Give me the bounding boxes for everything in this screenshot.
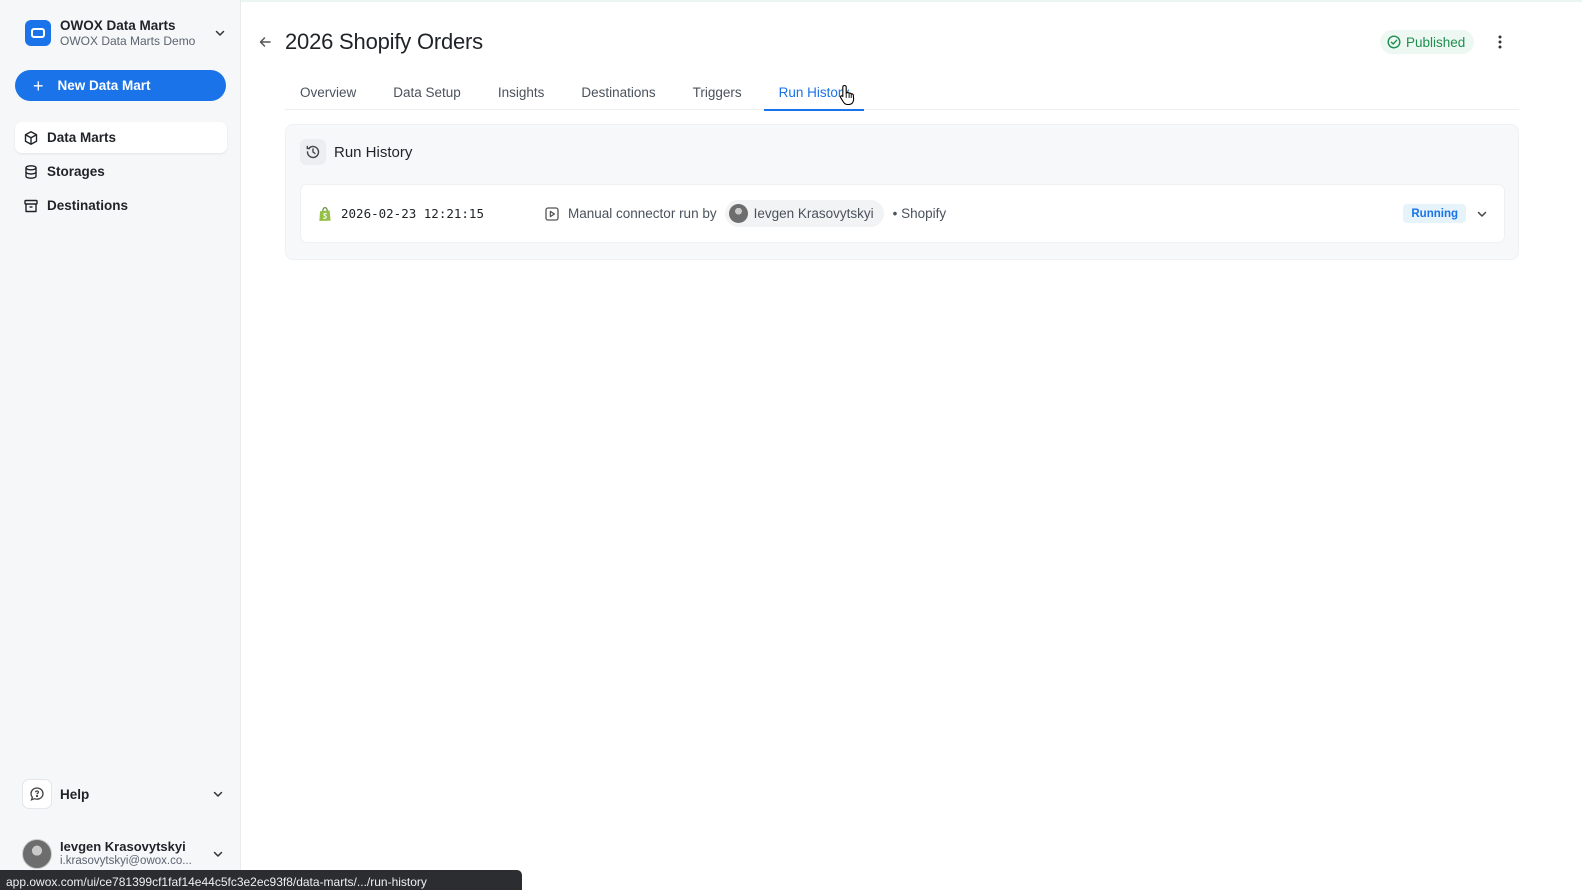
user-email: i.krasovytskyi@owox.co... xyxy=(60,854,192,867)
avatar xyxy=(728,204,748,223)
sidebar-item-label: Storages xyxy=(47,164,105,179)
chevron-down-icon xyxy=(210,786,226,802)
top-divider xyxy=(241,0,1582,2)
run-source: • Shopify xyxy=(892,206,947,221)
avatar xyxy=(22,839,52,869)
run-timestamp: 2026-02-23 12:21:15 xyxy=(341,206,484,221)
sidebar-item-label: Destinations xyxy=(47,198,129,213)
chat-help-icon xyxy=(22,779,52,809)
tab-insights[interactable]: Insights xyxy=(483,75,560,110)
panel-title: Run History xyxy=(334,143,413,161)
sidebar-item-label: Data Marts xyxy=(47,130,117,145)
run-user-chip: Ievgen Krasovytskyi xyxy=(724,200,884,227)
plus-icon: + xyxy=(33,75,44,96)
workspace-switcher[interactable]: OWOX Data Marts OWOX Data Marts Demo xyxy=(16,14,228,52)
run-status-badge: Running xyxy=(1403,204,1466,223)
chevron-down-icon[interactable] xyxy=(1474,206,1490,222)
play-square-icon xyxy=(545,206,559,221)
help-menu[interactable]: Help xyxy=(22,779,226,809)
main-content: 2026 Shopify Orders Published Overview D… xyxy=(241,0,1582,890)
workspace-name: OWOX Data Marts xyxy=(60,17,176,33)
more-options-button[interactable] xyxy=(1490,30,1510,54)
tab-bar: Overview Data Setup Insights Destination… xyxy=(285,75,1519,111)
check-circle-icon xyxy=(1387,35,1401,49)
chevron-down-icon xyxy=(210,846,226,862)
tab-overview[interactable]: Overview xyxy=(285,75,371,110)
status-badge: Published xyxy=(1380,30,1475,54)
owox-logo-icon xyxy=(25,20,51,46)
tab-data-setup[interactable]: Data Setup xyxy=(378,75,476,110)
run-user-name: Ievgen Krasovytskyi xyxy=(753,206,874,221)
help-label: Help xyxy=(60,786,90,802)
arrow-left-icon xyxy=(259,37,271,47)
kebab-menu-icon xyxy=(1498,35,1502,49)
status-badge-label: Published xyxy=(1406,34,1466,50)
workspace-project: OWOX Data Marts Demo xyxy=(60,33,196,48)
new-data-mart-button[interactable]: + New Data Mart xyxy=(15,70,226,101)
panel-header: Run History xyxy=(300,139,412,165)
cube-icon xyxy=(24,130,38,145)
sidebar-item-data-marts[interactable]: Data Marts xyxy=(15,122,227,153)
user-name: Ievgen Krasovytskyi xyxy=(60,839,186,855)
sidebar-item-storages[interactable]: Storages xyxy=(15,156,227,187)
shopify-icon xyxy=(319,206,331,221)
run-description: Manual connector run by xyxy=(568,206,717,221)
new-data-mart-label: New Data Mart xyxy=(57,78,151,93)
database-icon xyxy=(25,164,37,179)
user-menu[interactable]: Ievgen Krasovytskyi i.krasovytskyi@owox.… xyxy=(22,838,226,870)
archive-icon xyxy=(24,199,38,212)
app-window: OWOX Data Marts OWOX Data Marts Demo + N… xyxy=(0,0,1582,890)
tab-triggers[interactable]: Triggers xyxy=(678,75,757,110)
link-status-bar: app.owox.com/ui/ce781399cf1faf14e44c5fc3… xyxy=(0,870,522,890)
history-icon xyxy=(300,139,326,165)
sidebar-item-destinations[interactable]: Destinations xyxy=(15,190,227,221)
sidebar-nav: Data Marts Storages Destinations xyxy=(15,122,227,224)
sidebar: OWOX Data Marts OWOX Data Marts Demo + N… xyxy=(0,0,522,890)
run-history-panel: Run History 2026-02-23 12:21:15 Manual c… xyxy=(285,124,1519,260)
back-button[interactable] xyxy=(255,32,275,52)
run-row[interactable]: 2026-02-23 12:21:15 Manual connector run… xyxy=(300,184,1505,243)
tab-run-history[interactable]: Run History xyxy=(763,75,865,111)
tab-destinations[interactable]: Destinations xyxy=(566,75,670,110)
page-title: 2026 Shopify Orders xyxy=(285,29,483,54)
chevron-down-icon xyxy=(212,25,228,41)
